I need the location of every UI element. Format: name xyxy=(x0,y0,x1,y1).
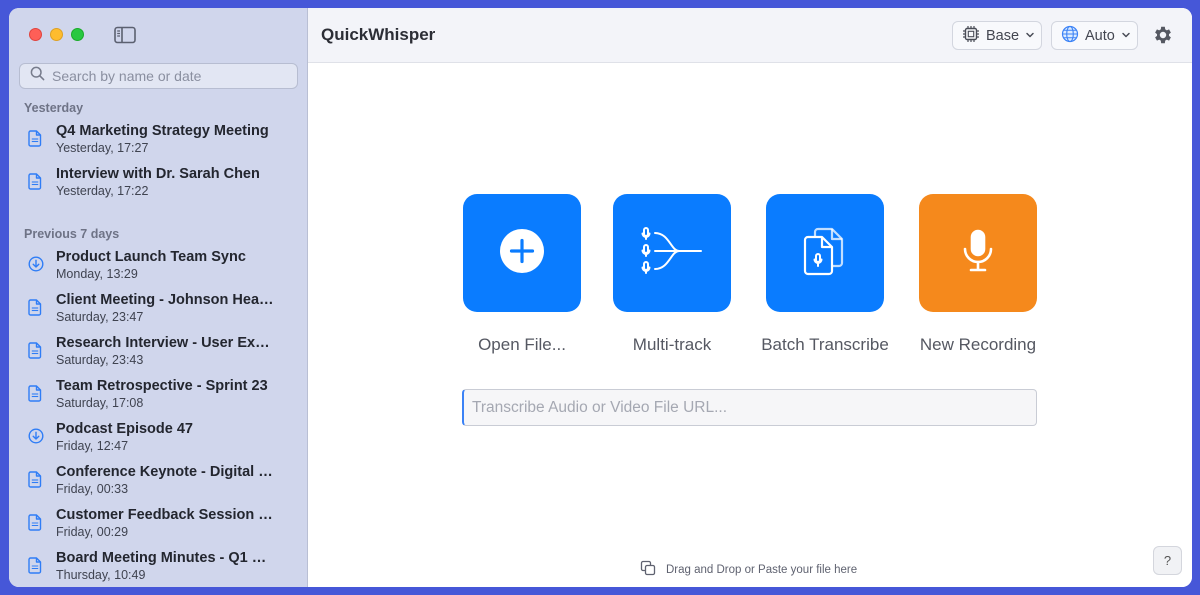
item-title: Podcast Episode 47 xyxy=(56,421,193,437)
search-input[interactable] xyxy=(52,68,282,84)
app-window: Yesterday Q4 Marketing Strategy Meeting Y… xyxy=(9,8,1192,587)
chevron-down-icon xyxy=(1121,28,1131,44)
new-recording-label: New Recording xyxy=(919,335,1037,354)
list-item[interactable]: Client Meeting - Johnson Healthcare Satur… xyxy=(9,289,308,332)
open-file-button[interactable]: Open File... xyxy=(457,194,587,355)
list-item[interactable]: Team Retrospective - Sprint 23 Saturday, … xyxy=(9,375,308,418)
action-grid: Open File... Multi-track Batch Transcrib… xyxy=(462,194,1042,364)
batch-files-icon xyxy=(802,225,848,282)
list-item[interactable]: Conference Keynote - Digital Transformat… xyxy=(9,461,308,504)
section-title-previous-7-days: Previous 7 days xyxy=(24,227,120,241)
main-panel: QuickWhisper Base Auto Open File... Mult… xyxy=(308,8,1192,587)
section-title-yesterday: Yesterday xyxy=(24,101,84,115)
item-date: Saturday, 17:08 xyxy=(56,396,144,410)
plus-circle-icon xyxy=(499,228,545,279)
language-selector[interactable]: Auto xyxy=(1051,21,1138,50)
item-date: Yesterday, 17:27 xyxy=(56,141,149,155)
document-icon xyxy=(28,514,44,532)
download-circle-icon xyxy=(28,256,44,274)
multi-track-button[interactable]: Multi-track xyxy=(607,194,737,355)
sidebar-toggle-icon[interactable] xyxy=(113,25,137,45)
search-icon xyxy=(30,66,45,86)
list-item[interactable]: Q4 Marketing Strategy Meeting Yesterday, … xyxy=(9,120,308,163)
item-title: Conference Keynote - Digital Transformat… xyxy=(56,464,276,480)
gear-icon[interactable] xyxy=(1152,24,1174,46)
list-item[interactable]: Product Launch Team Sync Monday, 13:29 xyxy=(9,246,308,289)
item-date: Saturday, 23:43 xyxy=(56,353,144,367)
close-window-button[interactable] xyxy=(29,28,42,41)
item-date: Thursday, 10:49 xyxy=(56,568,146,582)
toolbar: QuickWhisper Base Auto xyxy=(308,8,1192,63)
open-file-label: Open File... xyxy=(478,335,566,354)
item-title: Client Meeting - Johnson Healthcare xyxy=(56,292,276,308)
batch-transcribe-label: Batch Transcribe xyxy=(761,335,889,354)
zoom-window-button[interactable] xyxy=(71,28,84,41)
item-date: Monday, 13:29 xyxy=(56,267,138,281)
search-box xyxy=(19,63,298,89)
item-title: Product Launch Team Sync xyxy=(56,249,246,265)
microphone-icon xyxy=(961,229,995,278)
drag-drop-text: Drag and Drop or Paste your file here xyxy=(666,563,858,576)
item-title: Team Retrospective - Sprint 23 xyxy=(56,378,268,394)
item-date: Friday, 00:33 xyxy=(56,482,129,496)
document-icon xyxy=(28,557,44,575)
open-file-tile[interactable] xyxy=(463,194,581,312)
recordings-list: Yesterday Q4 Marketing Strategy Meeting Y… xyxy=(9,100,308,587)
model-label: Base xyxy=(986,27,1020,44)
batch-transcribe-tile[interactable] xyxy=(766,194,884,312)
document-icon xyxy=(28,299,44,317)
list-item[interactable]: Board Meeting Minutes - Q1 Review Thursda… xyxy=(9,547,308,587)
globe-icon xyxy=(1061,25,1079,47)
document-icon xyxy=(28,173,44,191)
document-icon xyxy=(28,130,44,148)
new-recording-tile[interactable] xyxy=(919,194,1037,312)
section-items: Q4 Marketing Strategy Meeting Yesterday, … xyxy=(9,120,308,206)
item-title: Q4 Marketing Strategy Meeting xyxy=(56,123,269,139)
item-title: Interview with Dr. Sarah Chen xyxy=(56,166,260,182)
item-date: Friday, 00:29 xyxy=(56,525,129,539)
drag-drop-hint: Drag and Drop or Paste your file here xyxy=(640,560,857,579)
minimize-window-button[interactable] xyxy=(50,28,63,41)
app-title: QuickWhisper xyxy=(321,25,436,44)
batch-transcribe-button[interactable]: Batch Transcribe xyxy=(760,194,890,355)
item-date: Saturday, 23:47 xyxy=(56,310,144,324)
list-item[interactable]: Interview with Dr. Sarah Chen Yesterday, … xyxy=(9,163,308,206)
url-input[interactable] xyxy=(462,389,1037,426)
download-circle-icon xyxy=(28,428,44,446)
copy-icon xyxy=(640,560,656,579)
multi-track-tile[interactable] xyxy=(613,194,731,312)
multi-track-label: Multi-track xyxy=(632,335,712,354)
window-controls xyxy=(29,28,84,41)
multitrack-icon xyxy=(641,226,703,280)
item-title: Customer Feedback Session Review xyxy=(56,507,276,523)
document-icon xyxy=(28,342,44,360)
model-selector[interactable]: Base xyxy=(952,21,1042,50)
document-icon xyxy=(28,385,44,403)
item-title: Board Meeting Minutes - Q1 Review xyxy=(56,550,276,566)
chevron-down-icon xyxy=(1025,28,1035,44)
chip-icon xyxy=(962,25,980,47)
item-title: Research Interview - User Experience xyxy=(56,335,276,351)
list-item[interactable]: Research Interview - User Experience Satu… xyxy=(9,332,308,375)
item-date: Yesterday, 17:22 xyxy=(56,184,149,198)
new-recording-button[interactable]: New Recording xyxy=(913,194,1043,355)
list-item[interactable]: Podcast Episode 47 Friday, 12:47 xyxy=(9,418,308,461)
list-item[interactable]: Customer Feedback Session Review Friday, … xyxy=(9,504,308,547)
language-label: Auto xyxy=(1085,27,1115,44)
sidebar: Yesterday Q4 Marketing Strategy Meeting Y… xyxy=(9,8,308,587)
document-icon xyxy=(28,471,44,489)
item-date: Friday, 12:47 xyxy=(56,439,129,453)
help-button[interactable]: ? xyxy=(1153,546,1182,575)
section-items: Product Launch Team Sync Monday, 13:29 Cli… xyxy=(9,246,308,587)
